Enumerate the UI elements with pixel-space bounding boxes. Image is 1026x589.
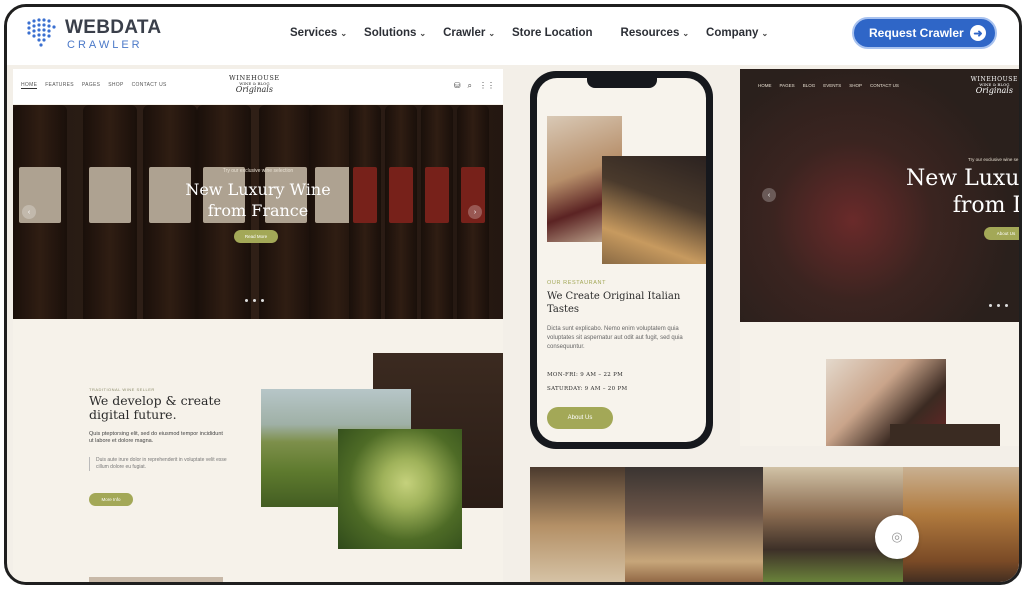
hero-read-more-button[interactable]: Read More [234,230,278,243]
preview-nav-pages[interactable]: PAGES [82,82,100,89]
preview-hero-toast: HOME PAGES BLOG EVENTS SHOP CONTACT US W… [740,69,1022,322]
chevron-down-icon: ⌄ [340,28,348,38]
hero-kicker: Try our exclusive wine selection [222,168,294,174]
chevron-down-icon: ⌄ [682,28,690,38]
grapes-photo [338,429,462,549]
phone-screen: OUR RESTAURANT We Create Original Italia… [537,78,706,442]
hero-title-line: from France [207,201,309,220]
preview-about-section: TRADITIONAL WINE SELLER We develop & cre… [13,319,503,582]
logo-line: Originals [975,86,1013,95]
winehouse-logo: WINEHOUSE WINE & BLOG Originals [971,77,1018,95]
preview-nav-features[interactable]: FEATURES [45,82,74,89]
preview-nav-pages[interactable]: PAGES [780,83,795,88]
hours-weekday: MON-FRI: 9 AM – 22 PM [547,372,624,378]
preview-nav-blog[interactable]: BLOG [803,83,816,88]
brand-logo[interactable]: WEBDATA CRAWLER [25,17,161,51]
logo-line: Originals [235,84,273,94]
nav-label: Solutions [364,27,417,39]
preview-nav-contact[interactable]: CONTACT US [870,83,899,88]
nav-label: Company [706,27,759,39]
showcase-frame: WEBDATA CRAWLER Services ⌄ Solutions ⌄ Cra… [4,4,1022,585]
nav-store-location[interactable]: Store Location [512,27,593,39]
hero-title-line: New Luxur [906,166,1022,191]
chevron-down-icon: ⌄ [488,28,496,38]
nav-services[interactable]: Services ⌄ [290,27,347,39]
wine-site-desktop-preview: HOME FEATURES PAGES SHOP CONTACT US WINE… [13,69,503,582]
about-text: Quis pteptorsing elit, sed do eiusmod te… [89,431,223,444]
preview-nav-home[interactable]: HOME [21,82,38,89]
hours-saturday: SATURDAY: 9 AM – 20 PM [547,386,628,392]
nav-solutions[interactable]: Solutions ⌄ [364,27,426,39]
chevron-down-icon: ⌄ [419,28,427,38]
chevron-down-icon: ⌄ [761,28,769,38]
restaurant-title: We Create Original Italian Tastes [547,291,681,315]
winehouse-logo: WINEHOUSE WINE & BLOG Originals [229,75,280,94]
cta-label: Request Crawler [869,26,964,40]
slider-prev-icon[interactable]: ‹ [22,205,36,219]
plated-dish-photo [602,156,706,264]
cropped-photo [89,577,223,582]
about-more-button[interactable]: More Info [89,493,133,506]
preview-navbar: HOME PAGES BLOG EVENTS SHOP CONTACT US [758,83,899,88]
gallery-photo[interactable] [625,467,763,582]
preview-nav-shop[interactable]: SHOP [108,82,123,89]
gallery-photo[interactable] [903,467,1019,582]
wine-site-tablet-preview: HOME PAGES BLOG EVENTS SHOP CONTACT US W… [740,69,1022,446]
hero-kicker: Try our exclusive wine se [968,157,1019,162]
nav-company[interactable]: Company ⌄ [706,27,768,39]
hero-title: New Luxury Wine from France [163,179,353,221]
arrow-right-icon: ➜ [970,25,986,41]
brand-subtitle: CRAWLER [67,38,143,51]
main-nav: Services ⌄ Solutions ⌄ Crawler ⌄ Store Loca… [290,27,785,39]
preview-nav-events[interactable]: EVENTS [823,83,841,88]
restaurant-text: Dicta sunt explicabo. Nemo enim voluptat… [547,326,683,350]
preview-nav-contact[interactable]: CONTACT US [132,82,167,89]
search-icon[interactable]: ⌕ [468,81,472,91]
hero-title: New Luxur from It [890,165,1022,219]
phone-mockup: OUR RESTAURANT We Create Original Italia… [530,71,713,449]
hero-about-button[interactable]: About Us [984,227,1019,240]
preview-nav-shop[interactable]: SHOP [849,83,862,88]
table-photo [890,424,1000,446]
nav-label: Resources [620,27,680,39]
cart-icon[interactable]: ⛁ [454,81,461,91]
about-title: We develop & create digital future. [89,393,221,422]
slider-dots[interactable] [245,299,264,302]
preview-navbar: HOME FEATURES PAGES SHOP CONTACT US WINE… [13,69,503,104]
about-quote: Duis aute irure dolor in reprehenderit i… [89,457,229,471]
phone-notch [587,78,657,88]
about-kicker: TRADITIONAL WINE SELLER [89,387,155,392]
restaurant-kicker: OUR RESTAURANT [547,280,607,286]
slider-dots[interactable] [989,304,1008,307]
grid-menu-icon[interactable]: ⋮⋮ [479,81,495,91]
instagram-icon[interactable]: ◎ [875,515,919,559]
brand-dots-icon [27,18,56,47]
nav-label: Services [290,27,338,39]
food-gallery [530,467,1019,582]
about-us-button[interactable]: About Us [547,407,613,429]
preview-nav-home[interactable]: HOME [758,83,772,88]
preview-hero-slider: Try our exclusive wine selection New Lux… [13,105,503,319]
slider-prev-icon[interactable]: ‹ [762,188,776,202]
nav-crawler[interactable]: Crawler ⌄ [443,27,495,39]
request-crawler-button[interactable]: Request Crawler ➜ [852,17,997,49]
top-navbar: WEBDATA CRAWLER Services ⌄ Solutions ⌄ Cra… [7,7,1019,65]
nav-resources[interactable]: Resources ⌄ [621,27,690,39]
brand-name: WEBDATA [65,16,162,38]
nav-label: Store Location [512,27,593,39]
gallery-photo[interactable] [530,467,625,582]
slider-next-icon[interactable]: › [468,205,482,219]
hero-title-line: from It [952,193,1022,218]
hero-title-line: New Luxury Wine [185,180,331,199]
nav-label: Crawler [443,27,486,39]
opening-hours: MON-FRI: 9 AM – 22 PM SATURDAY: 9 AM – 2… [547,368,627,396]
